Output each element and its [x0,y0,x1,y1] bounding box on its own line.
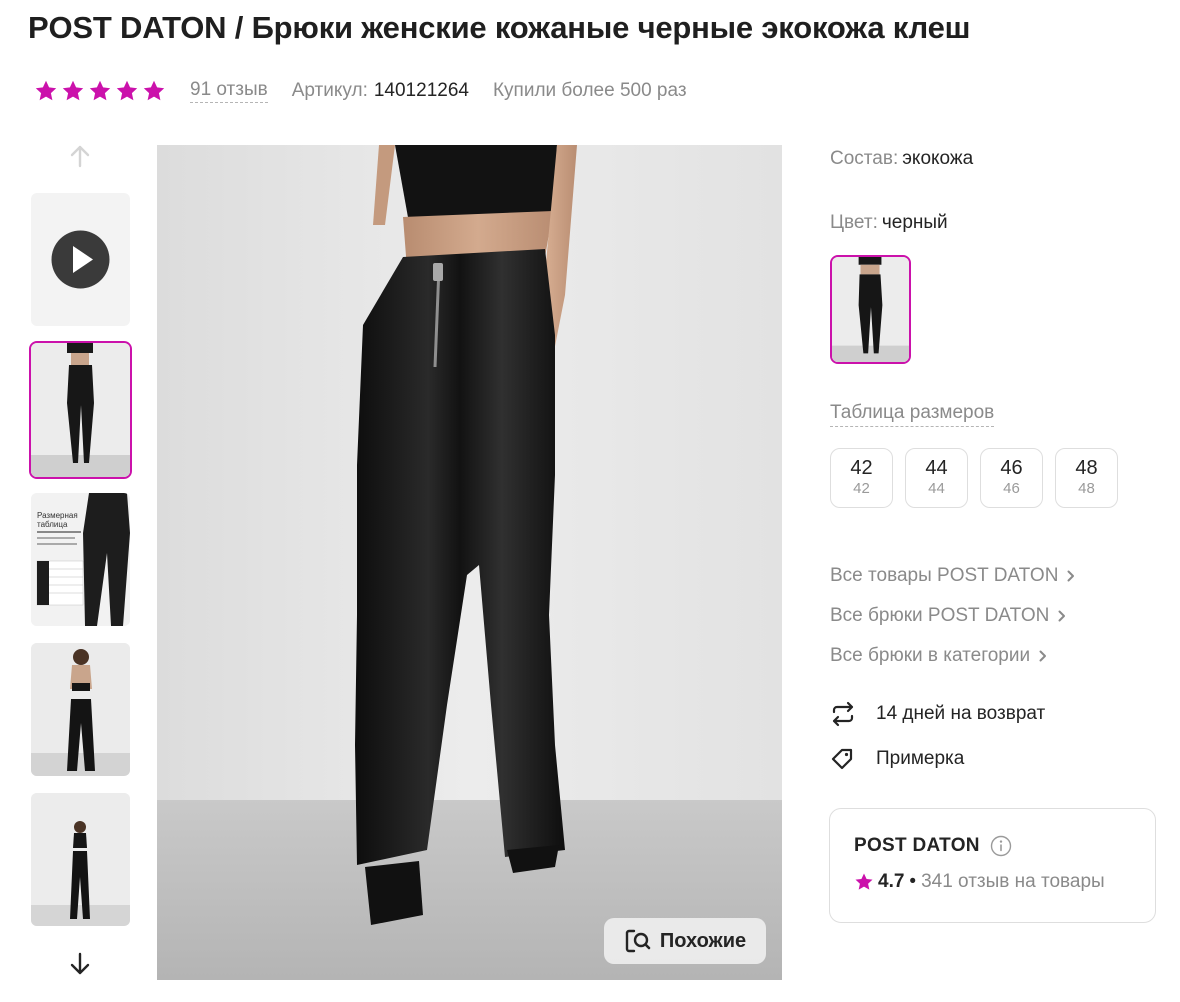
link-all-brand-pants[interactable]: Все брюки POST DATON [830,596,1076,636]
star-icon [89,80,111,101]
size-value: 46 [1000,457,1023,479]
color-value: черный [881,212,948,233]
size-ru-value: 48 [1078,480,1095,497]
star-icon [855,873,873,890]
size-chart-thumb-title: Размерная таблица [37,511,78,529]
star-icon [116,80,138,101]
tag-icon [831,748,853,770]
return-policy[interactable]: 14 дней на возврат [830,701,1045,727]
similar-search-icon [625,929,651,953]
product-photo [157,145,782,980]
composition-label: Состав: [830,148,899,169]
star-icon [62,80,84,101]
link-all-brand-items[interactable]: Все товары POST DATON [830,556,1076,596]
bought-count: Купили более 500 раз [492,80,687,101]
brand-name[interactable]: POST DATON [854,835,980,857]
thumbs-scroll-down-button[interactable] [64,948,96,980]
size-option[interactable]: 42 42 [830,448,893,508]
size-value: 44 [925,457,948,479]
chevron-right-icon [1067,570,1075,582]
brand-rating-value: 4.7 [878,871,905,892]
fitting-label: Примерка [876,748,965,769]
size-value: 42 [850,457,873,479]
chevron-right-icon [1058,610,1066,622]
color-option-black[interactable] [830,255,911,364]
link-label: Все брюки в категории [830,645,1031,666]
brand-rating-row: 4.7 • 341 отзыв на товары [854,871,1131,893]
arrow-down-icon [70,952,90,975]
size-ru-value: 42 [853,480,870,497]
return-arrows-icon [832,701,854,727]
size-value: 48 [1075,457,1098,479]
size-ru-value: 46 [1003,480,1020,497]
rating-stars [34,79,166,103]
brand-name-row: POST DATON [854,835,1131,857]
main-product-photo[interactable] [157,145,782,980]
product-photo-thumb [31,793,130,926]
brand-reviews-count: 341 отзыв на товары [921,871,1105,892]
separator-dot: • [909,871,917,892]
fitting-option[interactable]: Примерка [830,746,964,772]
size-ru-value: 44 [928,480,945,497]
link-all-category-pants[interactable]: Все брюки в категории [830,636,1076,676]
composition-value: экокожа [902,148,974,169]
link-label: Все брюки POST DATON [830,605,1050,626]
play-icon [51,230,110,289]
reviews-link[interactable]: 91 отзыв [190,79,268,103]
info-icon[interactable] [990,835,1012,857]
product-photo-thumb [31,643,130,776]
color-row: Цвет: черный [830,212,948,234]
catalog-links: Все товары POST DATON Все брюки POST DAT… [830,556,1076,676]
size-table-link[interactable]: Таблица размеров [830,402,995,427]
star-icon [35,80,57,101]
brand-card[interactable]: POST DATON 4.7 • 341 отзыв на товары [829,808,1156,923]
size-selector: 42 42 44 44 46 46 48 48 [830,448,1118,508]
article-label: Артикул: [291,80,368,101]
thumbnail-photo-model[interactable] [31,643,130,776]
color-label: Цвет: [830,212,878,233]
chevron-right-icon [1039,650,1047,662]
size-option[interactable]: 46 46 [980,448,1043,508]
thumbs-scroll-up-button[interactable] [64,140,96,172]
arrow-up-icon [70,145,90,168]
article-number: Артикул: 140121264 [292,80,469,102]
similar-button-label: Похожие [659,929,747,952]
thumbnail-video[interactable] [31,193,130,326]
article-value[interactable]: 140121264 [374,80,469,101]
thumbnail-photo-front[interactable] [29,341,132,479]
star-icon [143,80,165,101]
composition-row: Состав: экокожа [830,148,973,170]
thumbnail-photo-full[interactable] [31,793,130,926]
link-label: Все товары POST DATON [830,565,1059,586]
return-label: 14 дней на возврат [876,703,1046,724]
size-option[interactable]: 44 44 [905,448,968,508]
product-meta-row: 91 отзыв Артикул: 140121264 Купили более … [34,76,687,106]
product-photo-thumb [31,343,130,477]
similar-button[interactable]: Похожие [604,918,766,964]
thumbnail-size-chart[interactable]: Размерная таблица [31,493,130,626]
color-option-photo [832,257,909,362]
product-title: POST DATON / Брюки женские кожаные черны… [28,10,971,45]
size-option[interactable]: 48 48 [1055,448,1118,508]
